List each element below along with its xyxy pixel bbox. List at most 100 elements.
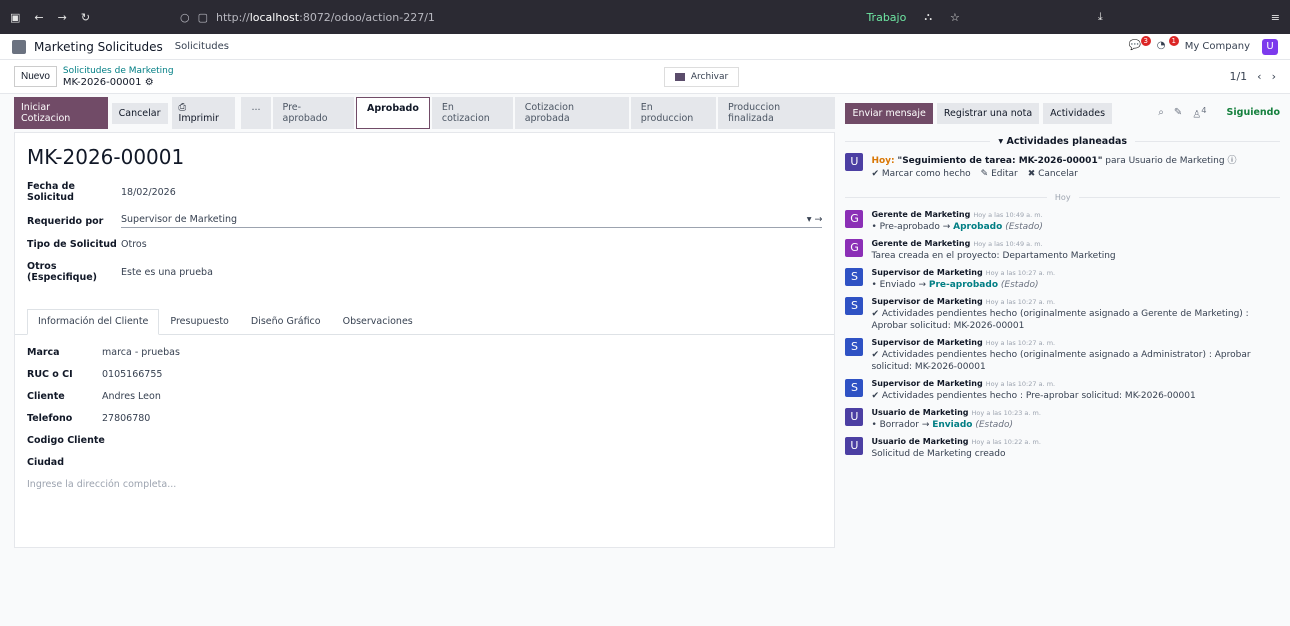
gear-icon[interactable]: ⚙ <box>145 77 154 88</box>
message-author[interactable]: Usuario de Marketing <box>871 408 968 417</box>
stage-preaprobado[interactable]: Pre-aprobado <box>272 97 354 129</box>
forward-icon[interactable]: → <box>58 11 67 24</box>
record-title[interactable]: MK-2026-00001 <box>27 145 822 169</box>
message-time: Hoy a las 10:27 a. m. <box>985 269 1056 277</box>
paperclip-icon[interactable]: ✎ <box>1174 107 1182 118</box>
brand-field[interactable]: marca - pruebas <box>102 347 180 358</box>
followers-icon[interactable]: ♙4 <box>1192 105 1206 120</box>
cancel-button[interactable]: Cancelar <box>111 102 168 124</box>
menu-icon[interactable]: ≡ <box>1271 11 1280 24</box>
field-label: Ciudad <box>27 457 65 468</box>
other-specify-field[interactable]: Este es una prueba <box>121 267 213 278</box>
avatar[interactable]: G <box>845 210 864 228</box>
stage-cotizacion-aprobada[interactable]: Cotizacion aprobada <box>514 97 629 129</box>
field-label: Telefono <box>27 413 73 424</box>
send-message-button[interactable]: Enviar mensaje <box>845 102 933 124</box>
new-button[interactable]: Nuevo <box>14 66 57 87</box>
field-label: Tipo de Solicitud <box>27 239 117 250</box>
form-sheet: MK-2026-00001 Fecha de Solicitud 18/02/20… <box>14 132 836 548</box>
workspace-label[interactable]: Trabajo <box>866 11 906 24</box>
menu-solicitudes[interactable]: Solicitudes <box>175 41 229 52</box>
avatar[interactable]: S <box>845 338 864 356</box>
app-title[interactable]: Marketing Solicitudes <box>34 40 163 54</box>
avatar[interactable]: S <box>845 268 864 286</box>
activities-button[interactable]: Actividades <box>1043 102 1113 124</box>
chatter: Enviar mensaje Registrar una nota Activi… <box>845 102 1280 548</box>
pager-value[interactable]: 1/1 <box>1229 70 1247 83</box>
app-logo-icon[interactable] <box>12 39 26 54</box>
message-author[interactable]: Gerente de Marketing <box>871 210 970 219</box>
message-item: S Supervisor de Marketing Hoy a las 10:27… <box>845 268 1280 291</box>
message-time: Hoy a las 10:23 a. m. <box>971 409 1041 417</box>
field-label: Codigo Cliente <box>27 435 105 446</box>
info-icon[interactable]: ⓘ <box>1227 156 1236 166</box>
activity-summary: "Seguimiento de tarea: MK-2026-00001" <box>897 156 1103 166</box>
tab-budget[interactable]: Presupuesto <box>159 309 239 334</box>
chat-icon[interactable]: 💬 3 <box>1129 35 1151 54</box>
following-button[interactable]: Siguiendo <box>1227 107 1280 118</box>
dropdown-arrow-icon[interactable]: ▾ → <box>807 214 823 225</box>
stage-en-produccion[interactable]: En produccion <box>630 97 717 129</box>
pager: 1/1 ‹ › <box>1229 70 1276 83</box>
avatar: U <box>845 153 864 171</box>
breadcrumb: Solicitudes de Marketing MK-2026-00001 ⚙ <box>63 66 174 88</box>
start-quote-button[interactable]: Iniciar Cotizacion <box>14 97 108 129</box>
cancel-activity-button[interactable]: ✖ Cancelar <box>1028 169 1078 179</box>
edit-button[interactable]: ✎ Editar <box>981 169 1018 179</box>
day-separator: Hoy <box>845 193 1280 202</box>
archive-icon <box>674 72 685 81</box>
mark-done-button[interactable]: ✔ Marcar como hecho <box>871 169 970 179</box>
address-input[interactable]: Ingrese la dirección completa... <box>27 479 822 490</box>
tab-observations[interactable]: Observaciones <box>332 309 424 334</box>
reload-icon[interactable]: ↻ <box>81 11 90 24</box>
phone-field[interactable]: 27806780 <box>102 413 150 424</box>
date-field[interactable]: 18/02/2026 <box>121 187 176 198</box>
avatar[interactable]: U <box>845 408 864 426</box>
message-item: U Usuario de Marketing Hoy a las 10:23 a.… <box>845 408 1280 431</box>
url-bar[interactable]: ○ ▢ http://localhost:8072/odoo/action-22… <box>180 11 435 24</box>
back-icon[interactable]: ← <box>34 11 43 24</box>
message-author[interactable]: Supervisor de Marketing <box>871 338 982 347</box>
client-field[interactable]: Andres Leon <box>102 391 161 402</box>
tab-client-info[interactable]: Información del Cliente <box>27 309 160 335</box>
avatar[interactable]: U <box>845 437 864 455</box>
stage-more[interactable]: ... <box>241 97 271 129</box>
field-label: Marca <box>27 347 60 358</box>
field-label: Cliente <box>27 391 65 402</box>
bookmark-icon[interactable]: ☆ <box>950 11 960 24</box>
search-icon[interactable]: ⌕ <box>1158 107 1164 118</box>
pager-prev-icon[interactable]: ‹ <box>1257 70 1261 83</box>
stage-aprobado[interactable]: Aprobado <box>355 97 430 129</box>
archive-button[interactable]: Archivar <box>663 66 740 87</box>
stage-produccion-finalizada[interactable]: Produccion finalizada <box>718 97 836 129</box>
log-note-button[interactable]: Registrar una nota <box>936 102 1040 124</box>
sidebar-toggle-icon[interactable]: ▣ <box>10 11 20 24</box>
planned-activities-header[interactable]: ▾ Actividades planeadas <box>845 136 1280 147</box>
message-author[interactable]: Usuario de Marketing <box>871 437 968 446</box>
message-author[interactable]: Gerente de Marketing <box>871 239 970 248</box>
field-label: Fecha de Solicitud <box>27 181 75 203</box>
stage-en-cotizacion[interactable]: En cotizacion <box>431 97 513 129</box>
ruc-field[interactable]: 0105166755 <box>102 369 162 380</box>
message-time: Hoy a las 10:27 a. m. <box>985 298 1056 306</box>
download-icon[interactable]: ⤓ <box>1098 10 1103 24</box>
activity-clock-icon[interactable]: ◔ 1 <box>1157 35 1179 54</box>
activity-item: U Hoy: "Seguimiento de tarea: MK-2026-00… <box>845 153 1280 179</box>
message-time: Hoy a las 10:27 a. m. <box>985 339 1056 347</box>
message-author[interactable]: Supervisor de Marketing <box>871 268 982 277</box>
required-by-field[interactable]: Supervisor de Marketing ▾ → <box>121 214 823 228</box>
translate-icon[interactable]: ⛬ <box>924 10 932 24</box>
message-author[interactable]: Supervisor de Marketing <box>871 297 982 306</box>
breadcrumb-current: MK-2026-00001 <box>62 76 142 88</box>
avatar[interactable]: S <box>845 297 864 315</box>
company-switcher[interactable]: My Company <box>1185 41 1250 52</box>
avatar[interactable]: S <box>845 379 864 397</box>
pager-next-icon[interactable]: › <box>1272 70 1276 83</box>
print-button[interactable]: ⎙ Imprimir <box>171 97 236 129</box>
avatar[interactable]: G <box>845 239 864 257</box>
tab-graphic-design[interactable]: Diseño Gráfico <box>240 309 332 334</box>
message-author[interactable]: Supervisor de Marketing <box>871 379 982 388</box>
breadcrumb-parent[interactable]: Solicitudes de Marketing <box>63 66 174 77</box>
user-avatar[interactable]: U <box>1262 38 1278 55</box>
request-type-field[interactable]: Otros <box>121 239 147 250</box>
